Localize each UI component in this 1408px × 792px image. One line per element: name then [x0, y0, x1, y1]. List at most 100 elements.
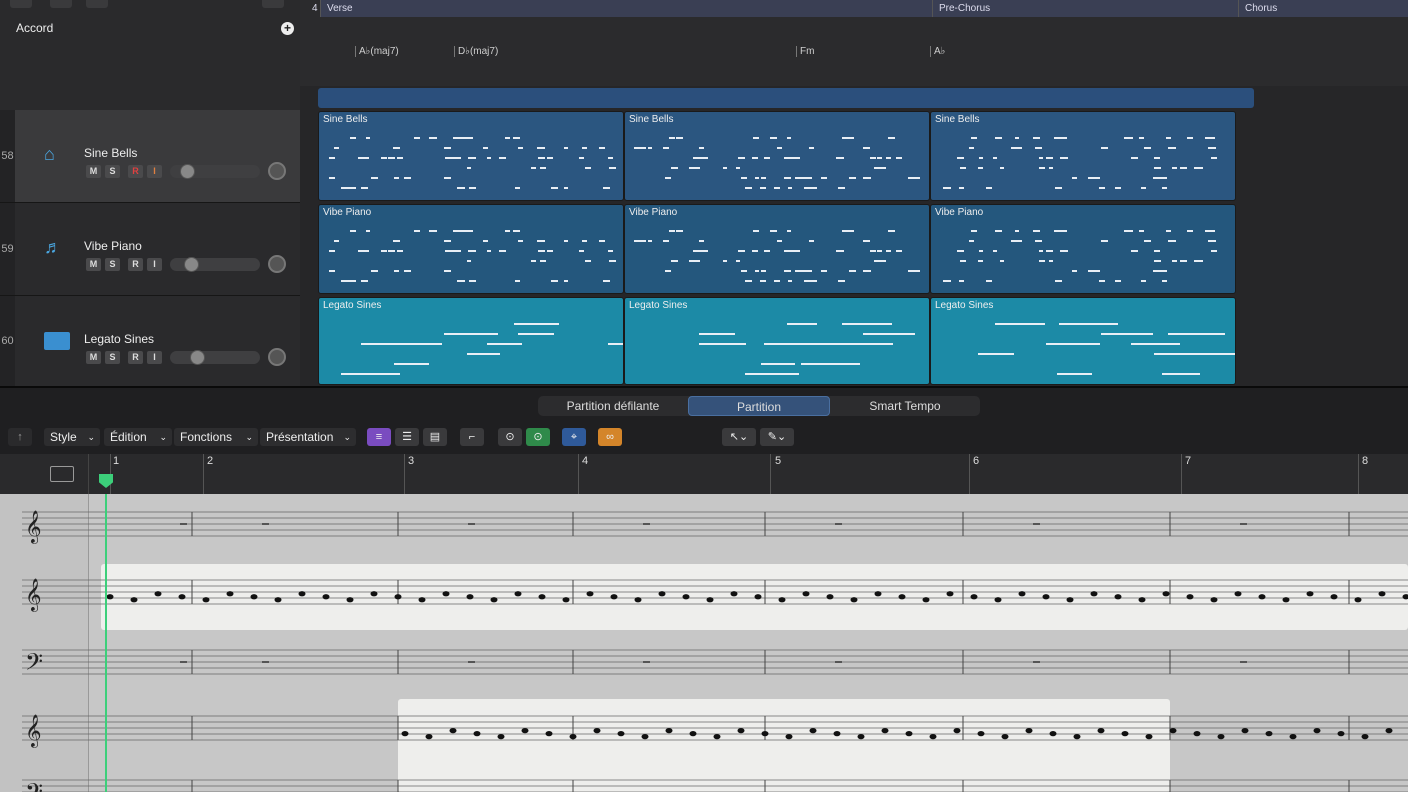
note-head — [178, 594, 186, 600]
menu-presentation[interactable]: Présentation ⌄ — [260, 428, 356, 446]
add-chord-icon[interactable]: + — [281, 22, 294, 35]
link-mode-icon[interactable]: ⊙ — [526, 428, 550, 446]
region-sine-bells[interactable]: Sine Bells — [930, 111, 1236, 201]
note-head — [1018, 591, 1026, 597]
midi-note — [1061, 157, 1066, 159]
catch-icon[interactable]: ⌖ — [562, 428, 586, 446]
track-name[interactable]: Vibe Piano — [84, 239, 142, 253]
track-row-sine-bells[interactable]: 58 ⌂ Sine Bells M S R I — [0, 110, 300, 203]
midi-note — [1131, 343, 1181, 345]
mute-button[interactable]: M — [86, 258, 101, 271]
midi-note — [801, 363, 860, 365]
volume-slider[interactable] — [170, 164, 260, 179]
input-monitor-button[interactable]: I — [147, 165, 162, 178]
track-name[interactable]: Legato Sines — [84, 332, 154, 346]
section-chorus[interactable]: Chorus — [1238, 0, 1408, 17]
midi-note — [466, 260, 472, 262]
up-arrow-icon[interactable]: ↑ — [8, 428, 32, 446]
section-pre-chorus[interactable]: Pre-Chorus — [932, 0, 1238, 17]
midi-note — [361, 187, 368, 189]
mute-button[interactable]: M — [86, 351, 101, 364]
midi-note — [1187, 230, 1194, 232]
volume-slider[interactable] — [170, 350, 260, 365]
input-monitor-button[interactable]: I — [147, 351, 162, 364]
menu-fonctions[interactable]: Fonctions ⌄ — [174, 428, 258, 446]
midi-note — [371, 270, 378, 272]
global-tracks-button[interactable] — [86, 0, 108, 8]
note-head — [785, 734, 793, 740]
midi-note — [869, 157, 877, 159]
region-legato-sines[interactable]: Legato Sines — [318, 297, 624, 385]
region-sine-bells[interactable]: Sine Bells — [318, 111, 624, 201]
tab-scrolling-score[interactable]: Partition défilante — [540, 396, 686, 416]
midi-note — [638, 147, 646, 149]
page-view-icon[interactable]: ▤ — [423, 428, 447, 446]
inspector-toggle-icon[interactable] — [50, 466, 74, 482]
chord-label[interactable]: D♭(maj7) — [454, 46, 498, 57]
tab-score[interactable]: Partition — [688, 396, 830, 416]
chord-label[interactable]: A♭(maj7) — [355, 46, 399, 57]
midi-note — [329, 177, 336, 179]
region-vibe-piano[interactable]: Vibe Piano — [318, 204, 624, 294]
midi-note — [956, 157, 965, 159]
midi-note — [329, 270, 336, 272]
record-button[interactable]: R — [128, 258, 143, 271]
pencil-tool-icon[interactable]: ✎⌄ — [760, 428, 794, 446]
rest-icon — [1033, 523, 1040, 525]
link-icon[interactable]: ∞ — [598, 428, 622, 446]
midi-note — [777, 240, 782, 242]
section-verse[interactable]: Verse — [320, 0, 932, 17]
midi-note — [358, 250, 364, 252]
note-head — [857, 734, 865, 740]
region-legato-sines[interactable]: Legato Sines — [930, 297, 1236, 385]
midi-note — [786, 230, 791, 232]
catch-button[interactable] — [262, 0, 284, 8]
pan-knob[interactable] — [268, 255, 286, 273]
volume-knob[interactable] — [190, 350, 205, 365]
chord-label[interactable]: A♭ — [930, 46, 945, 57]
note-head — [394, 594, 402, 600]
folded-region[interactable] — [318, 88, 1254, 108]
track-row-vibe-piano[interactable]: 59 ♬ Vibe Piano M S R I — [0, 203, 300, 296]
midi-note — [692, 250, 699, 252]
region-vibe-piano[interactable]: Vibe Piano — [930, 204, 1236, 294]
solo-button[interactable]: S — [105, 165, 120, 178]
track-row-legato-sines[interactable]: 60 Legato Sines M S R I — [0, 296, 300, 387]
follow-icon[interactable]: ⊙ — [498, 428, 522, 446]
bar-ruler[interactable]: 1 2 3 4 5 6 7 8 — [0, 454, 1408, 494]
volume-knob[interactable] — [184, 257, 199, 272]
section-marker[interactable]: 4 — [306, 0, 320, 17]
pointer-tool-icon[interactable]: ↖⌄ — [722, 428, 756, 446]
input-monitor-button[interactable]: I — [147, 258, 162, 271]
pan-knob[interactable] — [268, 162, 286, 180]
score-canvas[interactable]: 𝄞 𝄞 𝄢 𝄞 𝄢 — [0, 494, 1408, 792]
linear-view-icon[interactable]: ≡ — [367, 428, 391, 446]
note-head — [442, 591, 450, 597]
midi-note — [885, 157, 892, 159]
pan-knob[interactable] — [268, 348, 286, 366]
add-track-button[interactable] — [10, 0, 32, 8]
region-legato-sines[interactable]: Legato Sines — [624, 297, 930, 385]
record-button[interactable]: R — [128, 165, 143, 178]
volume-knob[interactable] — [180, 164, 195, 179]
volume-slider[interactable] — [170, 257, 260, 272]
menu-style[interactable]: Style ⌄ — [44, 428, 100, 446]
midi-in-icon[interactable]: ⌐ — [460, 428, 484, 446]
menu-edition[interactable]: Édition ⌄ — [104, 428, 172, 446]
track-name[interactable]: Sine Bells — [84, 146, 137, 160]
midi-note — [896, 157, 902, 159]
mute-button[interactable]: M — [86, 165, 101, 178]
duplicate-track-button[interactable] — [50, 0, 72, 8]
midi-note — [466, 353, 501, 355]
solo-button[interactable]: S — [105, 351, 120, 364]
tab-smart-tempo[interactable]: Smart Tempo — [832, 396, 978, 416]
wrapped-view-icon[interactable]: ☰ — [395, 428, 419, 446]
note-head — [473, 731, 481, 737]
solo-button[interactable]: S — [105, 258, 120, 271]
region-vibe-piano[interactable]: Vibe Piano — [624, 204, 930, 294]
midi-note — [671, 260, 678, 262]
chord-label[interactable]: Fm — [796, 46, 814, 57]
record-button[interactable]: R — [128, 351, 143, 364]
region-sine-bells[interactable]: Sine Bells — [624, 111, 930, 201]
note-head — [370, 591, 378, 597]
